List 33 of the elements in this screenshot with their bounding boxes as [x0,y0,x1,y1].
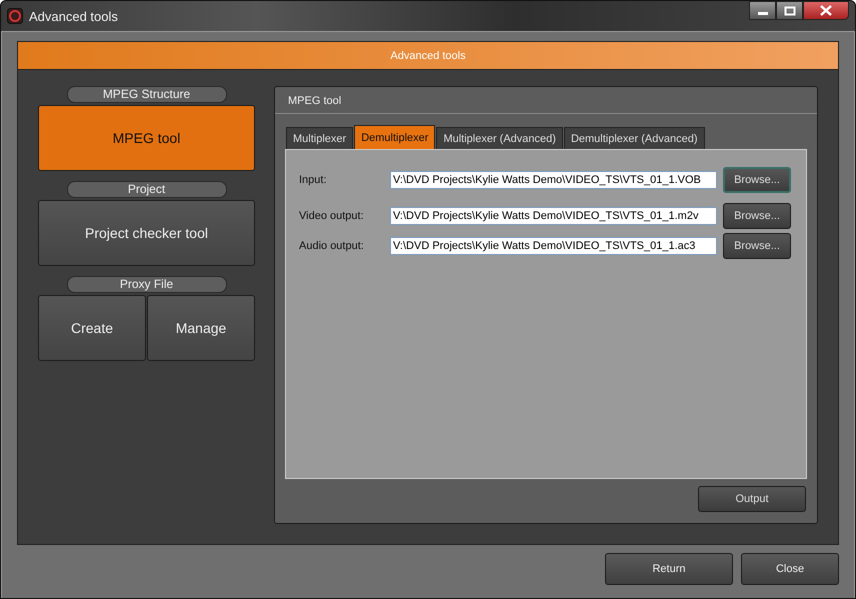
path-field[interactable]: V:\DVD Projects\Kylie Watts Demo\VIDEO_TS\VTS_01_1.m2v [390,207,717,225]
browse-button[interactable]: Browse... [723,203,791,229]
tool-button[interactable]: MPEG tool [38,105,255,171]
header-title: Advanced tools [390,50,466,62]
browse-button[interactable]: Browse... [723,233,791,259]
browse-button[interactable]: Browse... [723,167,791,193]
output-button[interactable]: Output [698,486,806,512]
tab[interactable]: Demultiplexer [354,125,436,149]
maximize-button[interactable] [776,1,803,20]
close-icon [819,5,833,16]
tool-button[interactable]: Project checker tool [38,200,255,266]
section-heading: MPEG Structure [66,86,226,103]
field-label: Audio output: [299,240,365,252]
path-field[interactable]: V:\DVD Projects\Kylie Watts Demo\VIDEO_TS\VTS_01_1.VOB [390,171,717,189]
tool-button[interactable]: Create [38,295,146,361]
app-icon [7,8,23,24]
minimize-button[interactable] [749,1,776,20]
tool-button[interactable]: Manage [147,295,255,361]
tab[interactable]: Demultiplexer (Advanced) [564,127,704,149]
close-button[interactable] [803,1,849,20]
section-heading: Proxy File [66,276,226,293]
panel-title: MPEG tool [275,87,817,114]
tab[interactable]: Multiplexer [286,127,354,149]
section-heading: Project [66,181,226,198]
minimize-icon [758,12,768,15]
dialog-button[interactable]: Close [741,553,839,585]
field-label: Video output: [299,210,365,222]
path-field[interactable]: V:\DVD Projects\Kylie Watts Demo\VIDEO_TS\VTS_01_1.ac3 [390,237,717,255]
tab[interactable]: Multiplexer (Advanced) [436,127,563,149]
field-label: Input: [299,174,328,186]
maximize-icon [784,6,796,16]
dialog-button[interactable]: Return [605,553,733,585]
window-title: Advanced tools [29,8,118,24]
